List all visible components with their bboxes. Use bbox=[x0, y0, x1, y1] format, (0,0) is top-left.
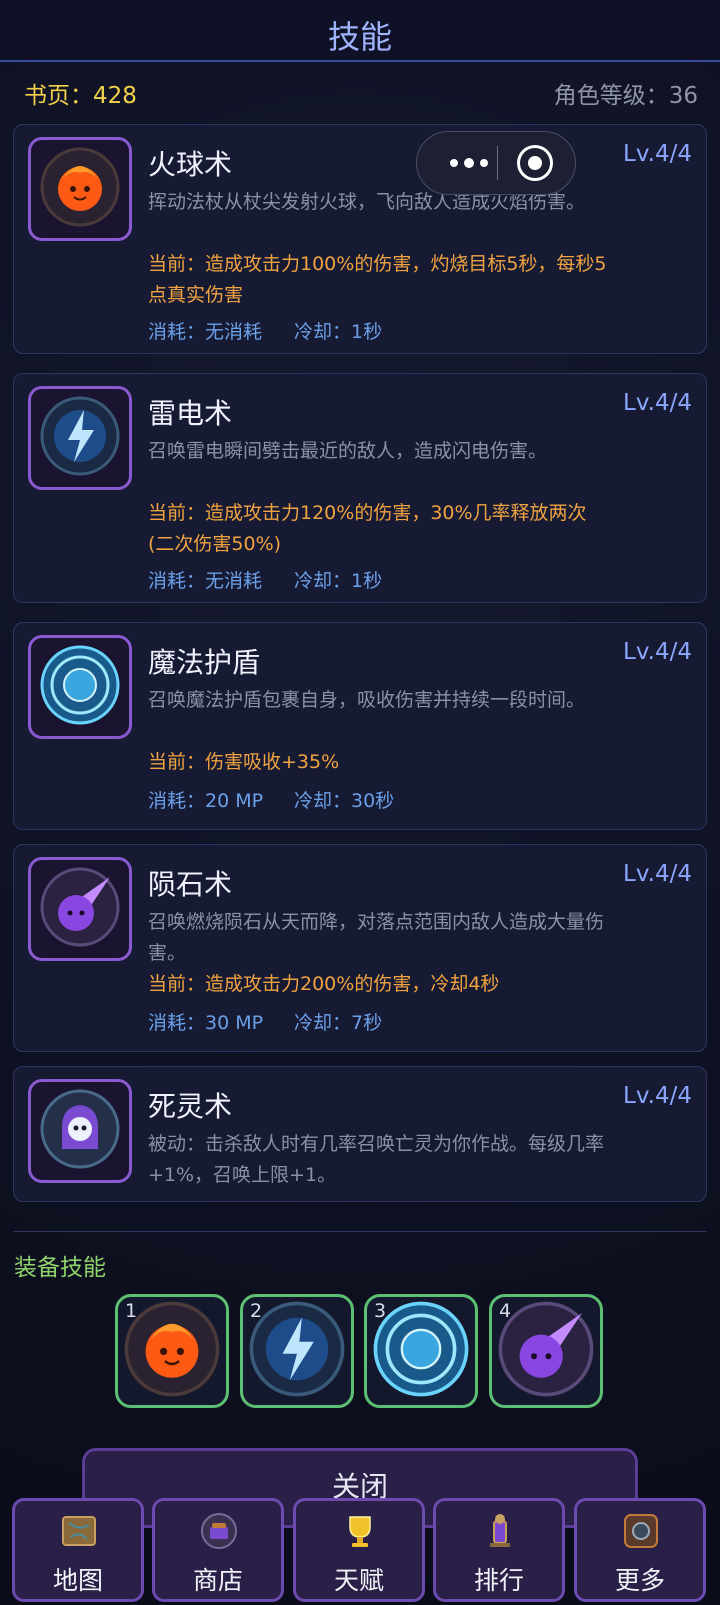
nav-label: 商店 bbox=[192, 1566, 243, 1595]
page-title: 技能 bbox=[327, 18, 392, 56]
target-icon bbox=[528, 156, 542, 170]
skill-card-meteor[interactable]: 陨石术 Lv.4/4 召唤燃烧陨石从天而降，对落点范围内敌人造成大量伤害。 当前… bbox=[13, 844, 707, 1052]
nav-label: 更多 bbox=[614, 1566, 665, 1595]
slot-number: 2 bbox=[250, 1300, 263, 1322]
info-bar: 书页：428 角色等级：36 bbox=[0, 62, 720, 116]
nav-talent[interactable]: 天赋 bbox=[293, 1498, 425, 1602]
meteor-icon bbox=[498, 1301, 594, 1401]
skill-cooldown: 冷却：30秒 bbox=[294, 790, 395, 812]
equip-slot-2[interactable]: 2 bbox=[240, 1294, 354, 1408]
miniprogram-capsule bbox=[416, 131, 576, 195]
skill-card-necromancy[interactable]: 死灵术 Lv.4/4 被动：击杀敌人时有几率召唤亡灵为你作战。每级几率+1%，召… bbox=[13, 1066, 707, 1202]
capsule-divider bbox=[497, 146, 498, 180]
fireball-icon bbox=[40, 147, 120, 231]
skill-description: 召唤魔法护盾包裹自身，吸收伤害并持续一段时间。 bbox=[148, 689, 586, 711]
ranking-icon bbox=[480, 1511, 520, 1551]
more-icon bbox=[621, 1511, 661, 1551]
more-menu-button[interactable] bbox=[441, 149, 497, 177]
skill-icon-frame bbox=[28, 857, 132, 961]
talent-trophy-icon bbox=[340, 1511, 380, 1551]
skill-cost: 消耗：无消耗 bbox=[148, 321, 263, 343]
nav-label: 排行 bbox=[473, 1566, 524, 1595]
skill-description: 召唤燃烧陨石从天而降，对落点范围内敌人造成大量伤害。 bbox=[148, 911, 605, 964]
equip-slot-3[interactable]: 3 bbox=[364, 1294, 478, 1408]
skill-name: 死灵术 bbox=[148, 1090, 233, 1123]
skill-card-magic-shield[interactable]: 魔法护盾 Lv.4/4 召唤魔法护盾包裹自身，吸收伤害并持续一段时间。 当前：伤… bbox=[13, 622, 707, 830]
skill-cooldown: 冷却：1秒 bbox=[294, 321, 383, 343]
skill-icon-frame bbox=[28, 137, 132, 241]
skill-level: Lv.4/4 bbox=[623, 390, 692, 416]
skill-card-lightning[interactable]: 雷电术 Lv.4/4 召唤雷电瞬间劈击最近的敌人，造成闪电伤害。 当前：造成攻击… bbox=[13, 373, 707, 603]
nav-label: 地图 bbox=[52, 1566, 103, 1595]
nav-more[interactable]: 更多 bbox=[574, 1498, 706, 1602]
book-pages-count: 书页：428 bbox=[24, 83, 137, 109]
skill-cost: 消耗：20 MP bbox=[148, 790, 264, 812]
skill-current-effect: 当前：造成攻击力200%的伤害，冷却4秒 bbox=[148, 973, 500, 995]
skill-current-effect: 当前：造成攻击力100%的伤害，灼烧目标5秒，每秒5点真实伤害 bbox=[148, 253, 607, 306]
skill-icon-frame bbox=[28, 1079, 132, 1183]
lightning-icon bbox=[249, 1301, 345, 1401]
close-miniprogram-button[interactable] bbox=[517, 145, 553, 181]
slot-number: 3 bbox=[374, 1300, 387, 1322]
skill-description: 召唤雷电瞬间劈击最近的敌人，造成闪电伤害。 bbox=[148, 440, 548, 462]
skill-level: Lv.4/4 bbox=[623, 639, 692, 665]
nav-ranking[interactable]: 排行 bbox=[433, 1498, 565, 1602]
title-bar: 技能 bbox=[0, 0, 720, 62]
skill-name: 魔法护盾 bbox=[148, 646, 261, 679]
skill-cost: 消耗：30 MP bbox=[148, 1012, 264, 1034]
dot-icon bbox=[450, 159, 458, 167]
magic-shield-icon bbox=[40, 645, 120, 729]
bottom-nav: 地图 商店 天赋 排行 更多 bbox=[0, 1493, 720, 1605]
equip-slot-4[interactable]: 4 bbox=[489, 1294, 603, 1408]
skill-description: 被动：击杀敌人时有几率召唤亡灵为你作战。每级几率+1%，召唤上限+1。 bbox=[148, 1133, 605, 1186]
skill-cooldown: 冷却：7秒 bbox=[294, 1012, 383, 1034]
skill-cost: 消耗：无消耗 bbox=[148, 570, 263, 592]
equip-slot-1[interactable]: 1 bbox=[115, 1294, 229, 1408]
slot-number: 4 bbox=[499, 1300, 512, 1322]
meteor-icon bbox=[40, 867, 120, 951]
section-divider bbox=[13, 1231, 707, 1232]
skill-icon-frame bbox=[28, 635, 132, 739]
map-icon bbox=[59, 1511, 99, 1551]
skill-level: Lv.4/4 bbox=[623, 861, 692, 887]
magic-shield-icon bbox=[373, 1301, 469, 1401]
skill-current-effect: 当前：伤害吸收+35% bbox=[148, 751, 340, 773]
nav-map[interactable]: 地图 bbox=[12, 1498, 144, 1602]
dot-icon bbox=[480, 159, 488, 167]
skill-level: Lv.4/4 bbox=[623, 1083, 692, 1109]
skill-name: 陨石术 bbox=[148, 868, 233, 901]
dot-icon bbox=[464, 158, 474, 168]
skill-current-effect: 当前：造成攻击力120%的伤害，30%几率释放两次(二次伤害50%) bbox=[148, 502, 587, 555]
skill-card-fireball[interactable]: 火球术 Lv.4/4 挥动法杖从杖尖发射火球，飞向敌人造成火焰伤害。 当前：造成… bbox=[13, 124, 707, 354]
lightning-icon bbox=[40, 396, 120, 480]
skill-name: 火球术 bbox=[148, 148, 233, 181]
skill-level: Lv.4/4 bbox=[623, 141, 692, 167]
fireball-icon bbox=[124, 1301, 220, 1401]
necromancy-icon bbox=[40, 1089, 120, 1173]
nav-label: 天赋 bbox=[333, 1566, 384, 1595]
skill-cooldown: 冷却：1秒 bbox=[294, 570, 383, 592]
slot-number: 1 bbox=[125, 1300, 138, 1322]
skill-name: 雷电术 bbox=[148, 397, 233, 430]
equipped-skills-label: 装备技能 bbox=[14, 1255, 106, 1281]
nav-shop[interactable]: 商店 bbox=[152, 1498, 284, 1602]
skill-icon-frame bbox=[28, 386, 132, 490]
skills-screen: 技能 书页：428 角色等级：36 火球术 Lv.4/4 挥动法杖从杖尖发射火球… bbox=[0, 0, 720, 1605]
shop-icon bbox=[199, 1511, 239, 1551]
character-level: 角色等级：36 bbox=[553, 83, 698, 109]
